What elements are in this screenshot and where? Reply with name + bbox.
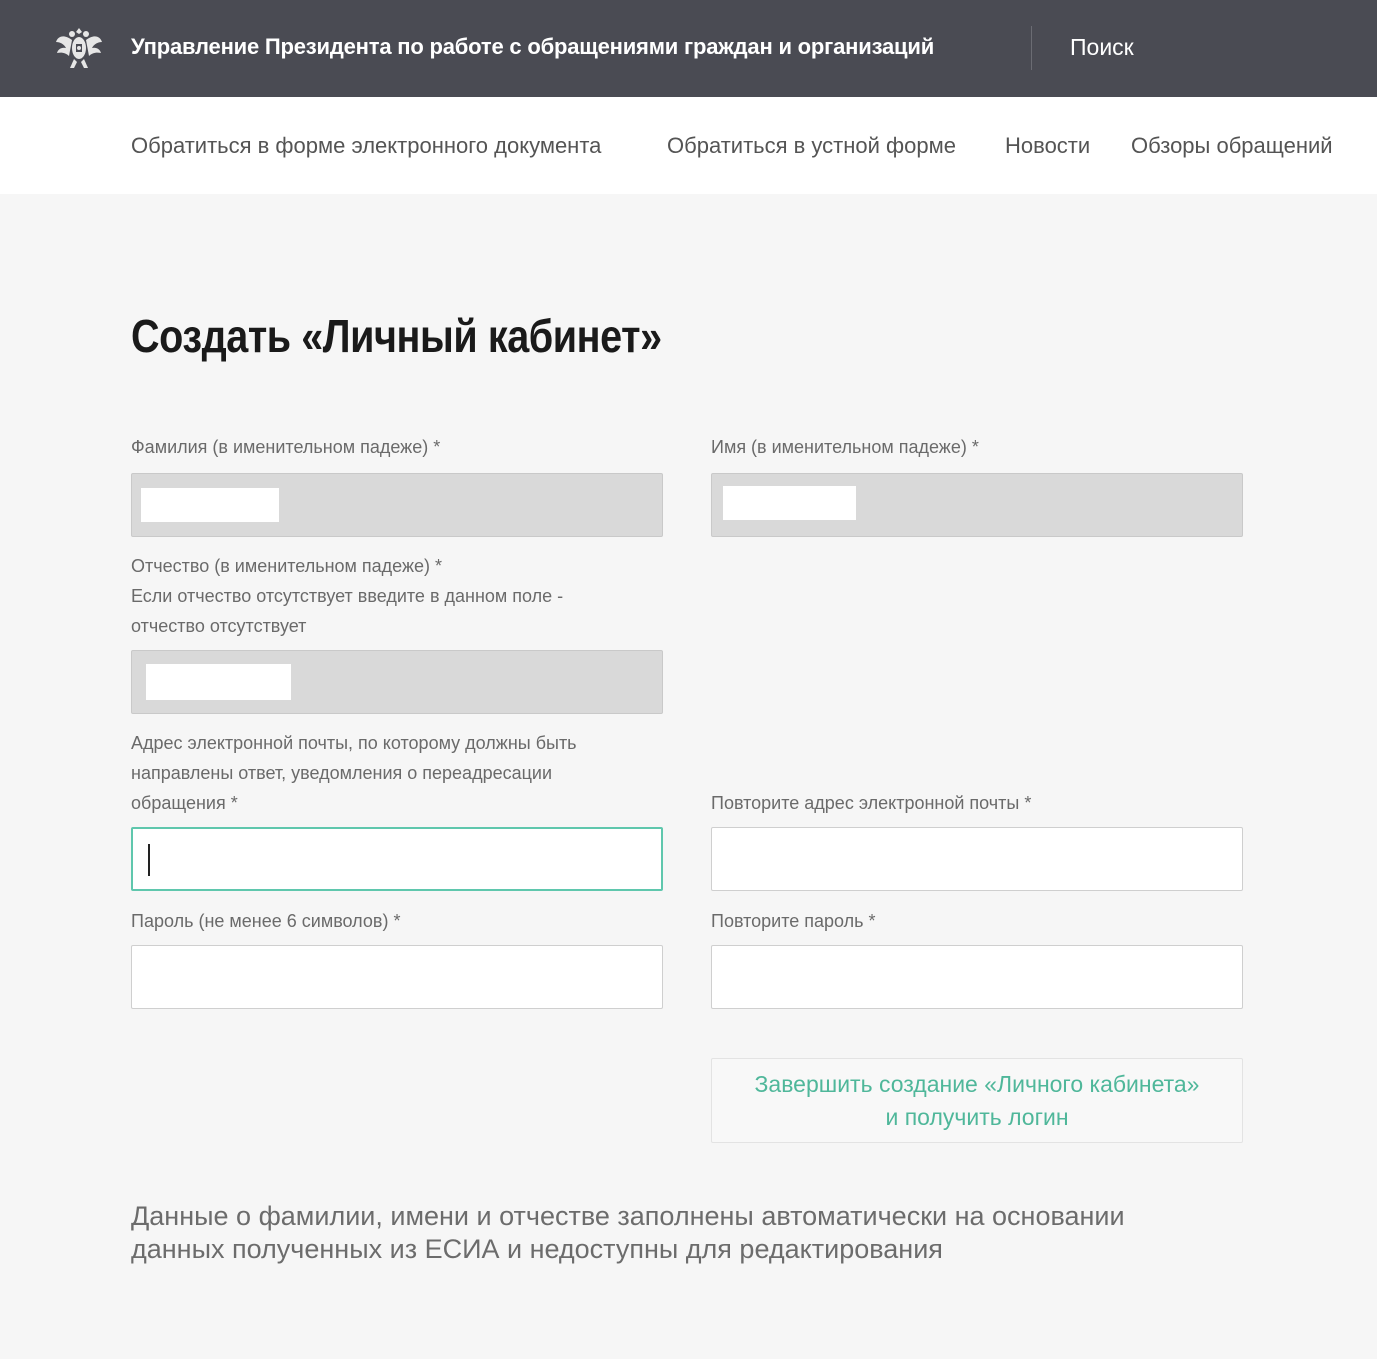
- password-label: Пароль (не менее 6 символов) *: [131, 911, 401, 931]
- last-name-label: Фамилия (в именительном падеже) *: [131, 437, 441, 457]
- nav-item-news[interactable]: Новости: [1005, 133, 1090, 159]
- first-name-field: [711, 473, 1243, 537]
- patronymic-label: Отчество (в именительном падеже) *: [131, 556, 443, 576]
- first-name-label: Имя (в именительном падеже) *: [711, 437, 979, 457]
- redacted-value: [141, 488, 279, 522]
- esia-note: Данные о фамилии, имени и отчестве запол…: [131, 1200, 1125, 1266]
- esia-note-line-1: Данные о фамилии, имени и отчестве запол…: [131, 1201, 1125, 1231]
- password-field[interactable]: [131, 945, 663, 1009]
- nav-item-oral-form[interactable]: Обратиться в устной форме: [667, 133, 956, 159]
- patronymic-field: [131, 650, 663, 714]
- password-repeat-field[interactable]: [711, 945, 1243, 1009]
- patronymic-hint-2: отчество отсутствует: [131, 616, 307, 636]
- email-field[interactable]: [131, 827, 663, 891]
- patronymic-hint: Если отчество отсутствует введите в данн…: [131, 586, 564, 606]
- email-repeat-field[interactable]: [711, 827, 1243, 891]
- email-repeat-label: Повторите адрес электронной почты *: [711, 793, 1032, 813]
- search-link[interactable]: Поиск: [1070, 34, 1134, 61]
- email-label: Адрес электронной почты, по которому дол…: [131, 733, 577, 753]
- last-name-field: [131, 473, 663, 537]
- org-title[interactable]: Управление Президента по работе с обраще…: [131, 34, 934, 60]
- esia-note-line-2: данных полученных из ЕСИА и недоступны д…: [131, 1234, 943, 1264]
- emblem-icon[interactable]: [54, 22, 104, 72]
- redacted-value: [723, 486, 856, 520]
- header-divider: [1031, 26, 1032, 70]
- complete-registration-button[interactable]: Завершить создание «Личного кабинета» и …: [711, 1058, 1243, 1143]
- nav-item-electronic-document[interactable]: Обратиться в форме электронного документ…: [131, 133, 601, 159]
- submit-label-line-2: и получить логин: [885, 1104, 1069, 1130]
- text-cursor: [148, 844, 150, 876]
- nav-item-reviews[interactable]: Обзоры обращений: [1131, 133, 1333, 159]
- submit-label-line-1: Завершить создание «Личного кабинета»: [754, 1071, 1200, 1097]
- main-nav: Обратиться в форме электронного документ…: [0, 97, 1377, 194]
- password-repeat-label: Повторите пароль *: [711, 911, 876, 931]
- page-title: Создать «Личный кабинет»: [131, 310, 662, 362]
- redacted-value: [146, 664, 291, 700]
- email-label-3: обращения *: [131, 793, 238, 813]
- email-label-2: направлены ответ, уведомления о переадре…: [131, 763, 553, 783]
- site-header: Управление Президента по работе с обраще…: [0, 0, 1377, 97]
